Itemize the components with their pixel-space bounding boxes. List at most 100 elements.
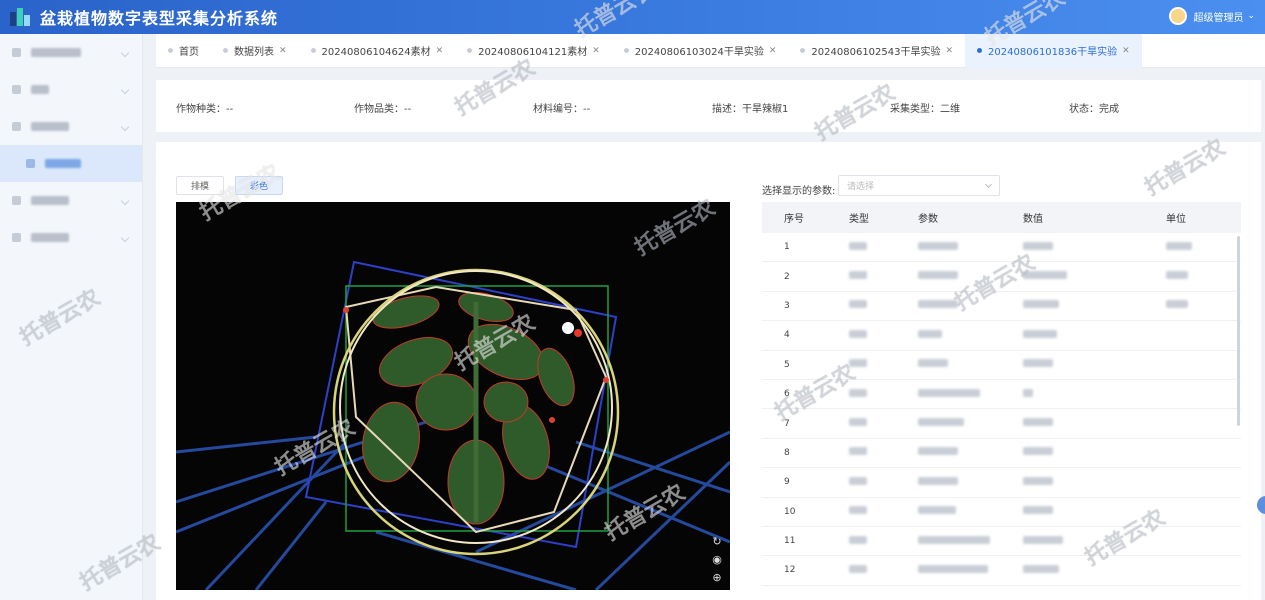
close-icon[interactable]: ✕ xyxy=(1122,46,1130,56)
redacted-text xyxy=(849,300,867,309)
tab-label: 20240806101836干旱实验 xyxy=(988,47,1118,58)
sidebar-item-label xyxy=(31,85,49,94)
sidebar-item-2[interactable] xyxy=(0,71,142,108)
tab-experiment-2[interactable]: 20240806102543干旱实验 ✕ xyxy=(788,34,965,68)
sidebar-item-3[interactable] xyxy=(0,108,142,145)
sidebar-item-5[interactable] xyxy=(0,182,142,219)
col-header-index: 序号 xyxy=(784,214,804,225)
plant-analysis-image xyxy=(176,260,730,590)
tab-home[interactable]: 首页 xyxy=(156,34,211,68)
tab-material-2[interactable]: 20240806104121素材 ✕ xyxy=(455,34,612,68)
row-param xyxy=(918,388,1023,400)
row-index: 2 xyxy=(784,271,790,282)
row-type xyxy=(849,271,918,282)
top-header: 盆栽植物数字表型采集分析系统 超级管理员 ⌄ xyxy=(0,0,1265,34)
menu-icon xyxy=(12,48,21,57)
row-unit xyxy=(1166,271,1241,282)
tab-experiment-1[interactable]: 20240806103024干旱实验 ✕ xyxy=(612,34,789,68)
redacted-text xyxy=(918,418,964,427)
table-row: 5 xyxy=(762,351,1241,380)
tab-material-1[interactable]: 20240806104624素材 ✕ xyxy=(299,34,456,68)
redacted-text xyxy=(849,329,867,338)
tab-experiment-active[interactable]: 20240806101836干旱实验 ✕ xyxy=(965,33,1142,68)
menu-icon xyxy=(12,85,21,94)
redacted-text xyxy=(849,241,867,250)
view-mode-button-1[interactable]: 排模 xyxy=(176,176,225,195)
row-type xyxy=(849,388,918,400)
row-index: 5 xyxy=(784,359,790,370)
tab-label: 20240806102543干旱实验 xyxy=(811,47,941,58)
sidebar-item-label xyxy=(31,233,69,242)
param-select[interactable]: 请选择 xyxy=(838,175,1000,196)
row-value xyxy=(1023,241,1166,253)
sidebar-item-active[interactable] xyxy=(0,145,142,182)
sidebar-item-6[interactable] xyxy=(0,219,142,256)
user-menu[interactable]: 超级管理员 ⌄ xyxy=(1169,7,1255,25)
plant-image-viewer[interactable]: ↻ ◉ ⊕ xyxy=(176,202,730,590)
tab-dot-icon xyxy=(467,48,473,53)
redacted-text xyxy=(849,271,867,280)
redacted-text xyxy=(1166,300,1188,309)
redacted-text xyxy=(1023,329,1057,338)
row-value xyxy=(1023,535,1166,547)
status: 状态：完成 xyxy=(1069,104,1119,115)
tab-data-list[interactable]: 数据列表 ✕ xyxy=(211,34,299,68)
close-icon[interactable]: ✕ xyxy=(436,46,444,56)
row-index: 11 xyxy=(784,536,796,547)
redacted-text xyxy=(1023,447,1053,456)
redacted-text xyxy=(1166,241,1192,250)
menu-icon xyxy=(12,122,21,131)
row-value xyxy=(1023,388,1166,400)
close-icon[interactable]: ✕ xyxy=(946,46,954,56)
close-icon[interactable]: ✕ xyxy=(592,46,600,56)
redacted-text xyxy=(1023,564,1059,573)
chevron-down-icon xyxy=(120,233,130,242)
row-value xyxy=(1023,359,1166,370)
zoom-icon[interactable]: ⊕ xyxy=(710,570,724,584)
material-number: 材料编号：-- xyxy=(533,104,591,115)
sidebar-item-1[interactable] xyxy=(0,34,142,71)
redacted-text xyxy=(1023,535,1063,544)
redacted-text xyxy=(1023,388,1033,397)
redacted-text xyxy=(1023,506,1053,515)
row-index: 7 xyxy=(784,418,790,429)
redacted-text xyxy=(1023,241,1053,250)
redacted-text xyxy=(1023,476,1053,485)
close-icon[interactable]: ✕ xyxy=(769,46,777,56)
close-icon[interactable]: ✕ xyxy=(279,46,287,56)
tab-label: 20240806104121素材 xyxy=(478,47,588,58)
tab-dot-icon xyxy=(168,48,173,53)
tab-dot-icon xyxy=(310,48,316,53)
table-row: 2 xyxy=(762,262,1241,292)
row-param xyxy=(918,418,1023,429)
redacted-text xyxy=(918,564,988,573)
redacted-text xyxy=(1023,418,1053,427)
crop-species: 作物种类：-- xyxy=(176,104,234,115)
col-header-unit: 单位 xyxy=(1166,214,1186,225)
redacted-text xyxy=(849,564,867,573)
table-scrollbar[interactable] xyxy=(1237,236,1240,426)
redacted-text xyxy=(849,535,867,544)
row-value xyxy=(1023,564,1166,576)
redacted-text xyxy=(918,447,958,456)
chevron-down-icon xyxy=(120,122,130,131)
chevron-down-icon xyxy=(120,85,130,94)
table-row: 4 xyxy=(762,321,1241,351)
table-row: 6 xyxy=(762,380,1241,410)
info-bar: 作物种类：-- 作物品类：-- 材料编号：-- 描述：干旱辣椒1 采集类型：二维… xyxy=(156,80,1261,132)
crop-variety: 作物品类：-- xyxy=(354,104,412,115)
table-row: 12 xyxy=(762,556,1241,586)
redacted-text xyxy=(849,506,867,515)
redacted-text xyxy=(849,447,867,456)
rotate-icon[interactable]: ↻ xyxy=(710,534,724,548)
redacted-text xyxy=(918,476,958,485)
row-value xyxy=(1023,271,1166,282)
table-header: 序号 类型 参数 数值 单位 xyxy=(762,202,1241,233)
table-row: 11 xyxy=(762,527,1241,557)
eye-icon[interactable]: ◉ xyxy=(710,552,724,566)
param-select-label: 选择显示的参数: xyxy=(762,186,836,197)
view-mode-button-2[interactable]: 彩色 xyxy=(235,176,284,195)
tab-dot-icon xyxy=(623,48,629,53)
table-row: 1 xyxy=(762,233,1241,263)
table-row: 8 xyxy=(762,439,1241,469)
